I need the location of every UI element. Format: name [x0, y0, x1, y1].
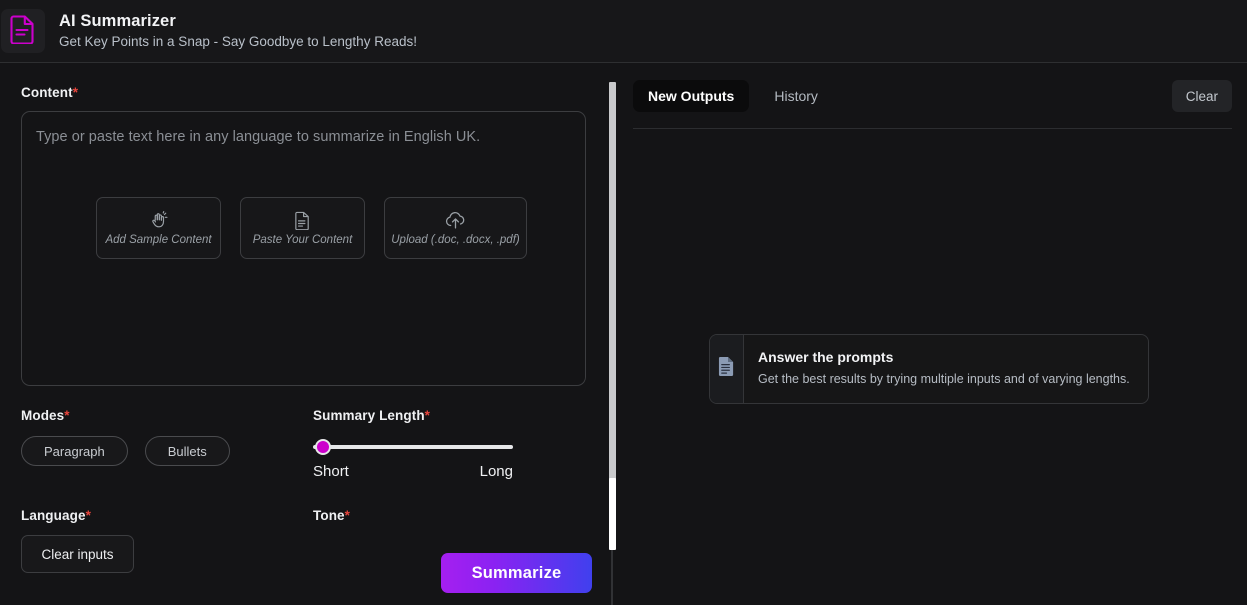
panel-divider — [611, 550, 613, 605]
hint-title: Answer the prompts — [758, 349, 894, 365]
app-header: AI Summarizer Get Key Points in a Snap -… — [0, 0, 1247, 63]
upload-file-button[interactable]: Upload (.doc, .docx, .pdf) — [384, 197, 527, 259]
cloud-upload-icon — [445, 211, 466, 230]
scrollbar-track[interactable] — [609, 82, 616, 481]
modes-group: Modes* Paragraph Bullets — [21, 408, 313, 480]
waving-hand-icon — [149, 210, 168, 230]
required-asterisk: * — [72, 85, 79, 100]
required-asterisk: * — [85, 508, 91, 523]
summary-length-label: Summary Length* — [313, 408, 431, 423]
quick-action-row: Add Sample Content Paste Your Content Up… — [96, 197, 527, 259]
tab-new-outputs-label: New Outputs — [648, 88, 735, 104]
output-tabs: New Outputs History Clear — [631, 78, 1232, 114]
tab-new-outputs[interactable]: New Outputs — [631, 78, 752, 114]
modes-and-length-row: Modes* Paragraph Bullets Summary Length* — [21, 408, 585, 480]
add-sample-content-label: Add Sample Content — [105, 233, 212, 246]
language-label: Language* — [21, 508, 91, 523]
clear-inputs-button[interactable]: Clear inputs — [21, 535, 134, 573]
app-root: AI Summarizer Get Key Points in a Snap -… — [0, 0, 1247, 605]
modes-options: Paragraph Bullets — [21, 436, 313, 466]
upload-file-label: Upload (.doc, .docx, .pdf) — [391, 233, 520, 246]
tone-group: Tone* — [313, 508, 350, 573]
hint-body: Answer the prompts Get the best results … — [744, 335, 1130, 403]
slider-thumb[interactable] — [317, 441, 329, 453]
panel-scrollbar[interactable] — [605, 63, 619, 605]
mode-option-paragraph-label: Paragraph — [44, 443, 105, 459]
slider-end-labels: Short Long — [313, 463, 513, 480]
scrollbar-thumb[interactable] — [609, 478, 616, 550]
tabs-divider — [633, 128, 1232, 129]
input-panel: Content* Type or paste text here in any … — [0, 63, 605, 605]
clear-inputs-label: Clear inputs — [41, 546, 114, 562]
mode-option-bullets[interactable]: Bullets — [144, 436, 230, 466]
summary-length-slider[interactable] — [313, 441, 513, 453]
language-group: Language* Clear inputs — [21, 508, 313, 573]
summarize-button[interactable]: Summarize — [441, 553, 592, 593]
content-textarea[interactable]: Type or paste text here in any language … — [21, 111, 586, 386]
summary-length-group: Summary Length* Short Long — [313, 408, 518, 480]
page-subtitle: Get Key Points in a Snap - Say Goodbye t… — [59, 34, 417, 49]
paste-your-content-label: Paste Your Content — [252, 233, 353, 246]
required-asterisk: * — [424, 408, 431, 423]
required-asterisk: * — [64, 408, 70, 423]
slider-max-label: Long — [479, 463, 513, 480]
clear-outputs-button[interactable]: Clear — [1171, 80, 1232, 112]
slider-min-label: Short — [313, 463, 349, 480]
app-logo — [1, 9, 45, 53]
mode-option-bullets-label: Bullets — [167, 443, 207, 459]
tone-label: Tone* — [313, 508, 351, 523]
slider-track[interactable] — [313, 445, 513, 449]
hint-icon-cell — [710, 335, 744, 403]
document-lines-icon — [718, 356, 735, 382]
paste-your-content-button[interactable]: Paste Your Content — [240, 197, 365, 259]
mode-option-paragraph[interactable]: Paragraph — [21, 436, 128, 466]
page-title: AI Summarizer — [59, 12, 176, 30]
hint-subtitle: Get the best results by trying multiple … — [758, 372, 1130, 386]
add-sample-content-button[interactable]: Add Sample Content — [96, 197, 221, 259]
tab-history[interactable]: History — [759, 80, 833, 112]
document-icon — [294, 211, 311, 230]
required-asterisk: * — [344, 508, 351, 523]
header-text-block: AI Summarizer Get Key Points in a Snap -… — [59, 11, 417, 51]
document-lines-icon — [10, 14, 36, 49]
content-placeholder: Type or paste text here in any language … — [36, 129, 481, 145]
tab-history-label: History — [774, 88, 818, 104]
content-label: Content* — [21, 85, 79, 100]
empty-state-hint-card: Answer the prompts Get the best results … — [709, 334, 1149, 404]
modes-label: Modes* — [21, 408, 70, 423]
